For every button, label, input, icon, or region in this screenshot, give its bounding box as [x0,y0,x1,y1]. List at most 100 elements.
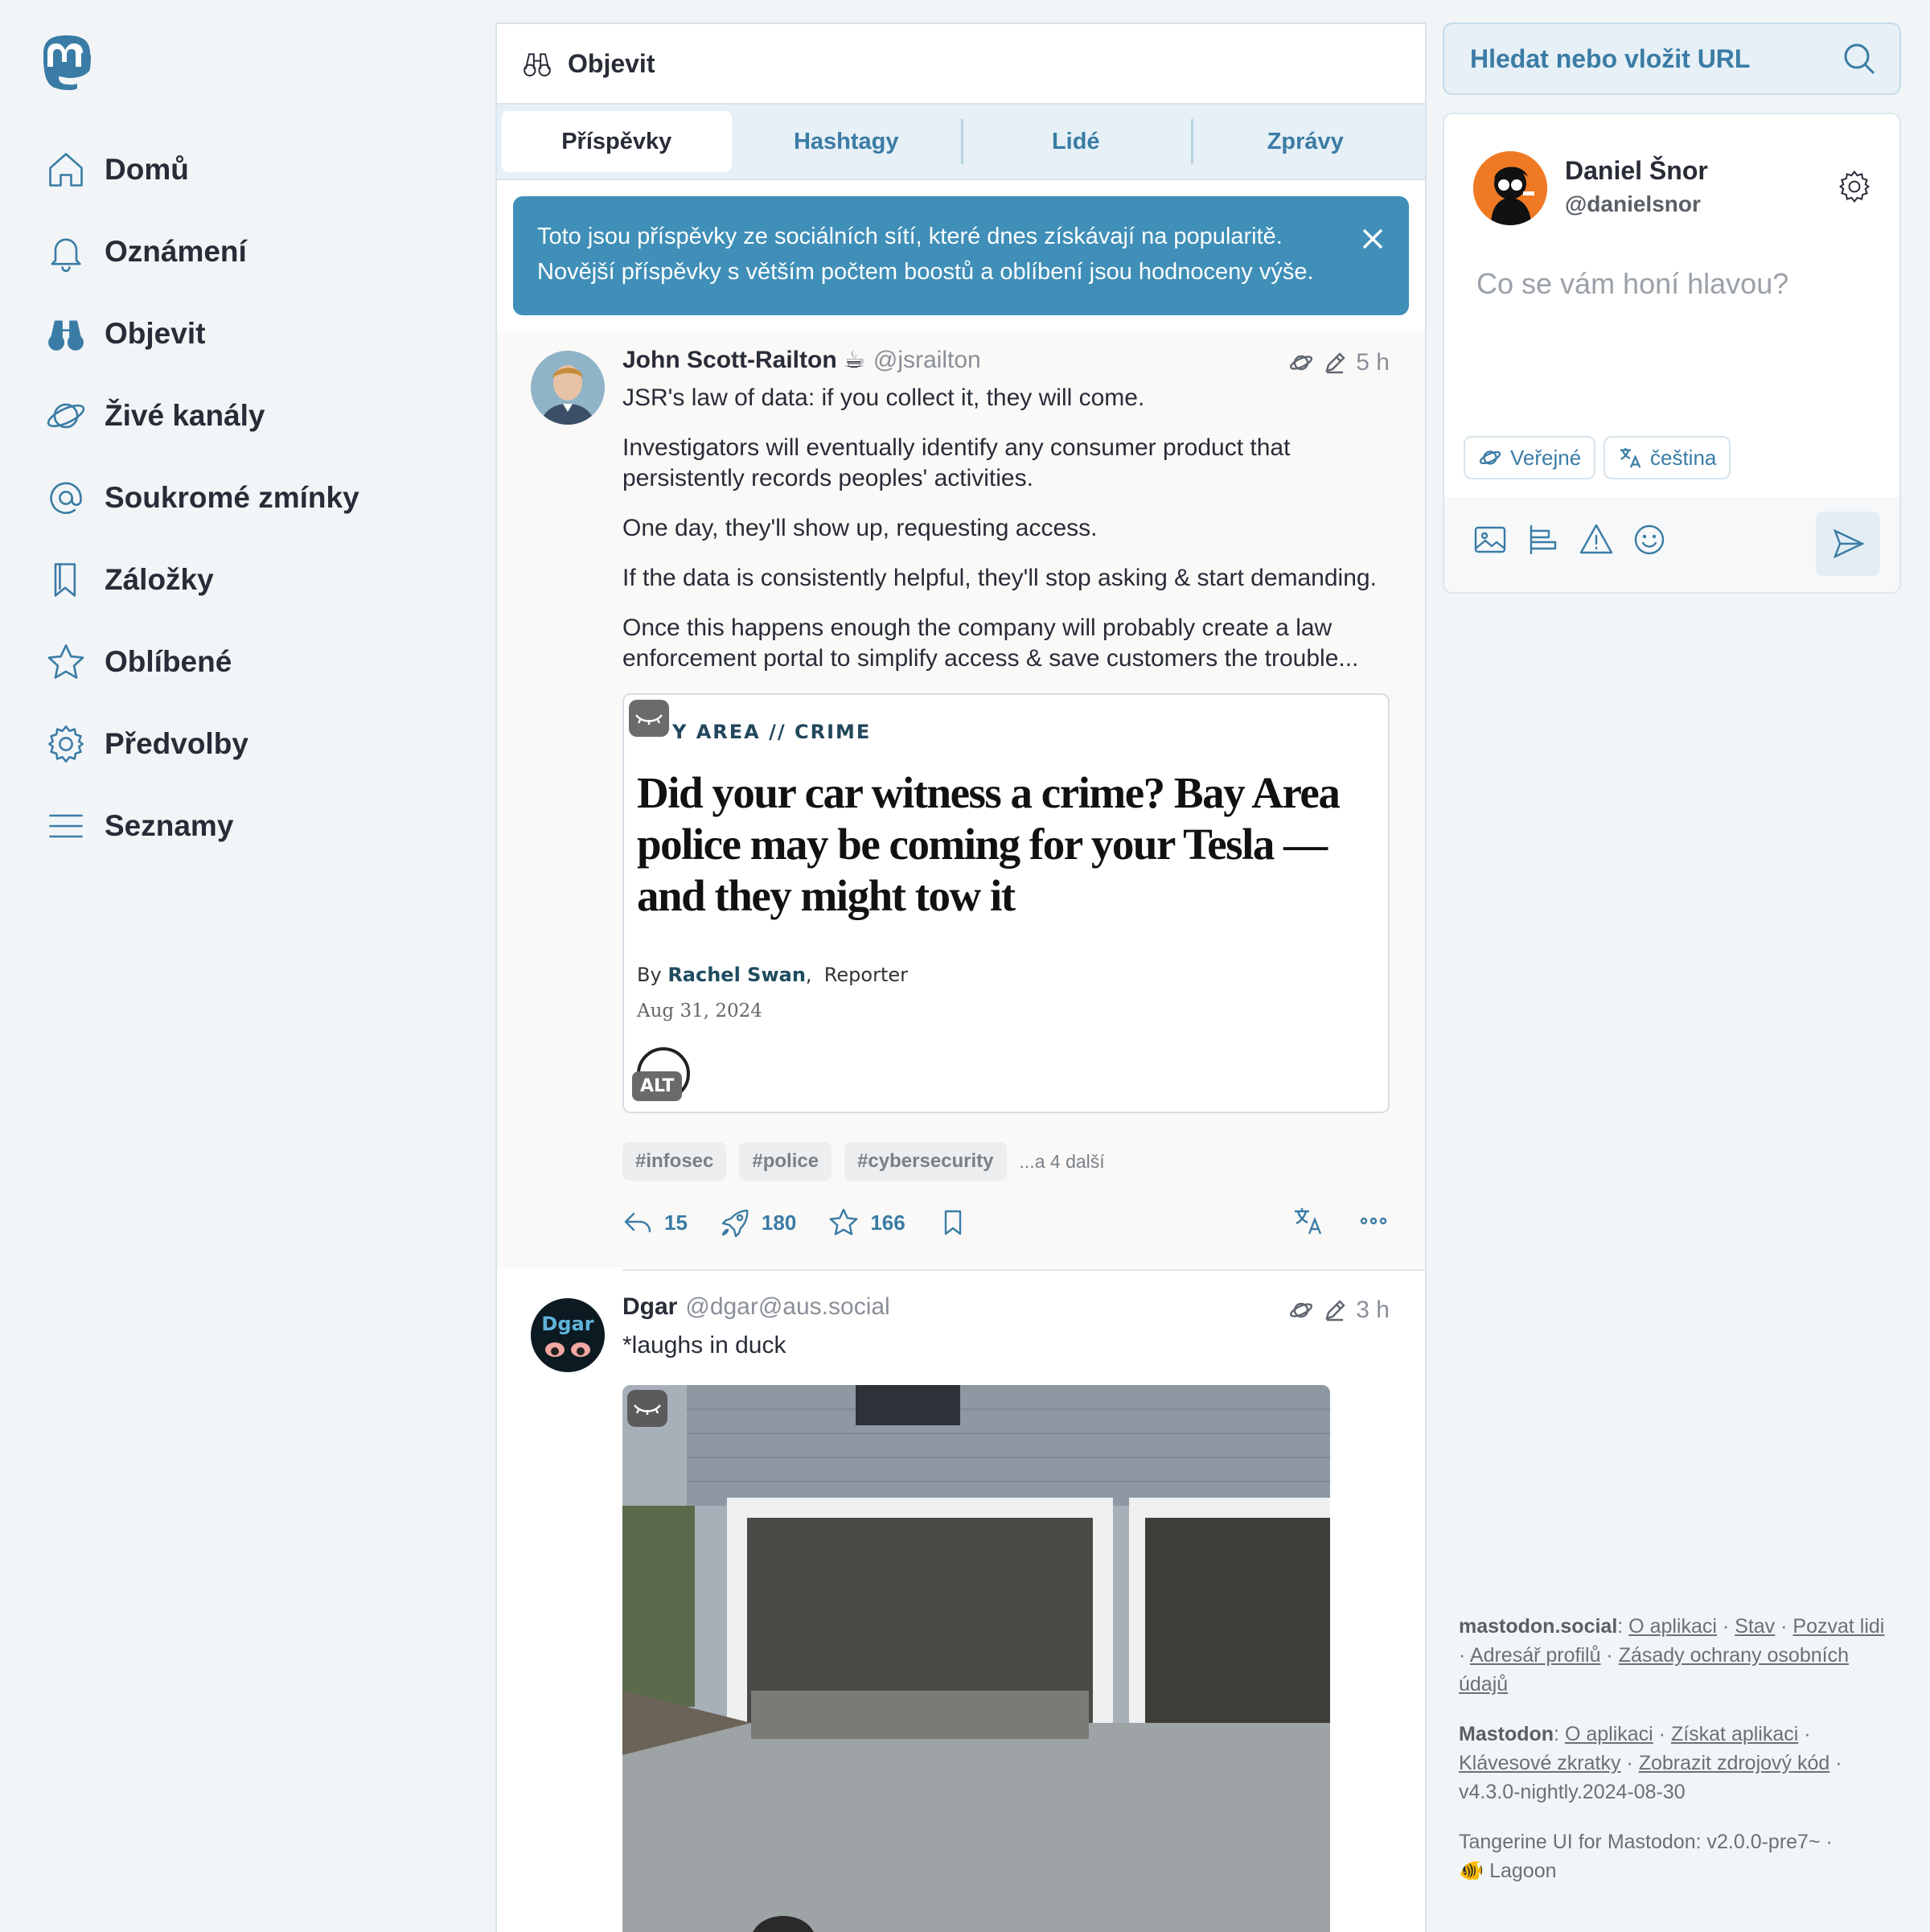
planet-icon [43,393,88,438]
status-post[interactable]: John Scott-Railton ☕ @jsrailton 5 h JSR'… [497,331,1425,1268]
tab-people[interactable]: Lidé [961,111,1191,172]
alt-text-badge[interactable]: ALT [632,1071,683,1101]
hashtag-link[interactable]: #cybersecurity [844,1142,1007,1181]
trending-info-banner: Toto jsou příspěvky ze sociálních sítí, … [513,196,1409,315]
home-icon [43,147,88,192]
bookmark-icon [43,557,88,602]
author-handle[interactable]: @dgar@aus.social [685,1293,889,1321]
edit-pencil-icon [1325,352,1345,374]
author-name[interactable]: John Scott-Railton ☕ [622,346,865,374]
tab-posts[interactable]: Příspěvky [502,111,732,172]
favourite-count: 166 [870,1210,905,1235]
gear-icon [43,721,88,767]
nav-item-lists[interactable]: Seznamy [43,785,359,867]
planet-icon [1290,355,1313,371]
search-placeholder: Hledat nebo vložit URL [1470,43,1751,73]
nav-item-notifications[interactable]: Oznámení [43,211,359,293]
post-meta: 3 h [1288,1297,1390,1324]
boost-button[interactable]: 180 [720,1207,796,1238]
hashtag-link[interactable]: #infosec [622,1142,727,1181]
hide-media-icon[interactable] [629,700,669,737]
byline-prefix: By [637,964,662,986]
author-handle[interactable]: @jsrailton [873,347,981,374]
footer-link[interactable]: Stav [1735,1615,1775,1638]
boost-count: 180 [761,1210,797,1235]
status-post[interactable]: Dgar Dgar @dgar@aus.social 3 h *laughs i… [497,1268,1425,1932]
visibility-label: Veřejné [1510,445,1582,470]
planet-icon [1479,450,1501,465]
footer-server-name: mastodon.social [1459,1615,1618,1638]
language-dropdown[interactable]: čeština [1604,436,1731,479]
author-name[interactable]: Dgar [622,1293,677,1321]
content-warning-icon[interactable] [1578,521,1615,558]
avatar[interactable] [1473,151,1547,225]
gear-icon[interactable] [1837,169,1872,204]
article-role: Reporter [823,964,908,986]
footer-theme-variant: 🐠 Lagoon [1459,1860,1557,1882]
nav-item-bookmarks[interactable]: Záložky [43,539,359,621]
footer-link[interactable]: Adresář profilů [1470,1644,1601,1667]
footer-version: v4.3.0-nightly.2024-08-30 [1459,1781,1686,1803]
visibility-dropdown[interactable]: Veřejné [1464,436,1596,479]
nav-item-label: Oblíbené [105,645,232,678]
compose-textarea[interactable]: Co se vám honí hlavou? [1476,267,1788,301]
avatar[interactable]: Dgar [531,1298,605,1372]
post-paragraph: If the data is consistently helpful, the… [622,565,1377,591]
binoculars-icon [524,53,551,77]
nav-item-label: Seznamy [105,809,234,842]
nav-item-label: Domů [105,153,189,186]
article-author: Rachel Swan [667,964,806,986]
explore-column: Objevit Příspěvky Hashtagy Lidé Zprávy T… [495,23,1427,1932]
bookmark-button[interactable] [938,1207,979,1238]
nav-item-private-mentions[interactable]: Soukromé zmínky [43,457,359,539]
favourite-button[interactable]: 166 [828,1207,905,1238]
post-text: *laughs in duck [622,1332,786,1359]
footer-link[interactable]: O aplikaci [1565,1723,1653,1745]
reply-icon [624,1212,651,1233]
footer-link[interactable]: O aplikaci [1628,1615,1717,1638]
nav-item-preferences[interactable]: Předvolby [43,703,359,785]
at-icon [43,475,88,520]
emoji-icon[interactable] [1631,521,1668,558]
footer-link[interactable]: Pozvat lidi [1792,1615,1884,1638]
nav-item-explore[interactable]: Objevit [43,293,359,375]
more-hashtags-button[interactable]: ...a 4 další [1020,1151,1105,1173]
reply-button[interactable]: 15 [622,1207,688,1238]
article-date: Aug 31, 2024 [637,1001,762,1021]
status-action-bar: 15 180 166 [622,1205,1390,1240]
search-icon[interactable] [1842,41,1877,76]
search-input[interactable]: Hledat nebo vložit URL [1443,23,1901,95]
account-handle[interactable]: @danielsnor [1565,191,1701,217]
poll-icon[interactable] [1525,521,1562,558]
account-display-name[interactable]: Daniel Šnor [1565,156,1708,186]
footer-link[interactable]: Zobrazit zdrojový kód [1639,1752,1830,1774]
media-photo[interactable] [622,1385,1330,1932]
footer-link[interactable]: Získat aplikaci [1671,1723,1798,1745]
star-icon [829,1208,858,1235]
nav-item-label: Objevit [105,317,206,350]
nav-item-favourites[interactable]: Oblíbené [43,621,359,703]
image-upload-icon[interactable] [1472,521,1509,558]
send-button[interactable] [1816,512,1880,576]
post-time[interactable]: 5 h [1356,349,1390,376]
hashtag-link[interactable]: #police [739,1142,832,1181]
nav-item-home[interactable]: Domů [43,129,359,211]
list-icon [43,804,88,849]
avatar[interactable] [531,351,605,425]
translate-icon[interactable] [1291,1205,1324,1237]
hide-media-icon[interactable] [627,1390,667,1427]
mastodon-logo-icon[interactable] [40,34,93,90]
main-navigation: Domů Oznámení Objevit Živé kanály Soukro… [0,0,482,1932]
banner-line-1: Toto jsou příspěvky ze sociálních sítí, … [537,224,1283,249]
tab-hashtags[interactable]: Hashtagy [732,111,962,172]
more-options-icon[interactable] [1357,1205,1390,1237]
post-paragraph: Once this happens enough the company wil… [622,615,1359,672]
tab-news[interactable]: Zprávy [1190,111,1421,172]
media-attachment[interactable]: Y AREA // CRIME Did your car witness a c… [622,693,1390,1113]
close-icon[interactable] [1359,225,1386,253]
send-icon [1833,528,1865,559]
post-time[interactable]: 3 h [1356,1297,1390,1324]
nav-item-live-feeds[interactable]: Živé kanály [43,375,359,457]
footer-link[interactable]: Klávesové zkratky [1459,1752,1620,1774]
svg-text:Dgar: Dgar [541,1313,593,1335]
